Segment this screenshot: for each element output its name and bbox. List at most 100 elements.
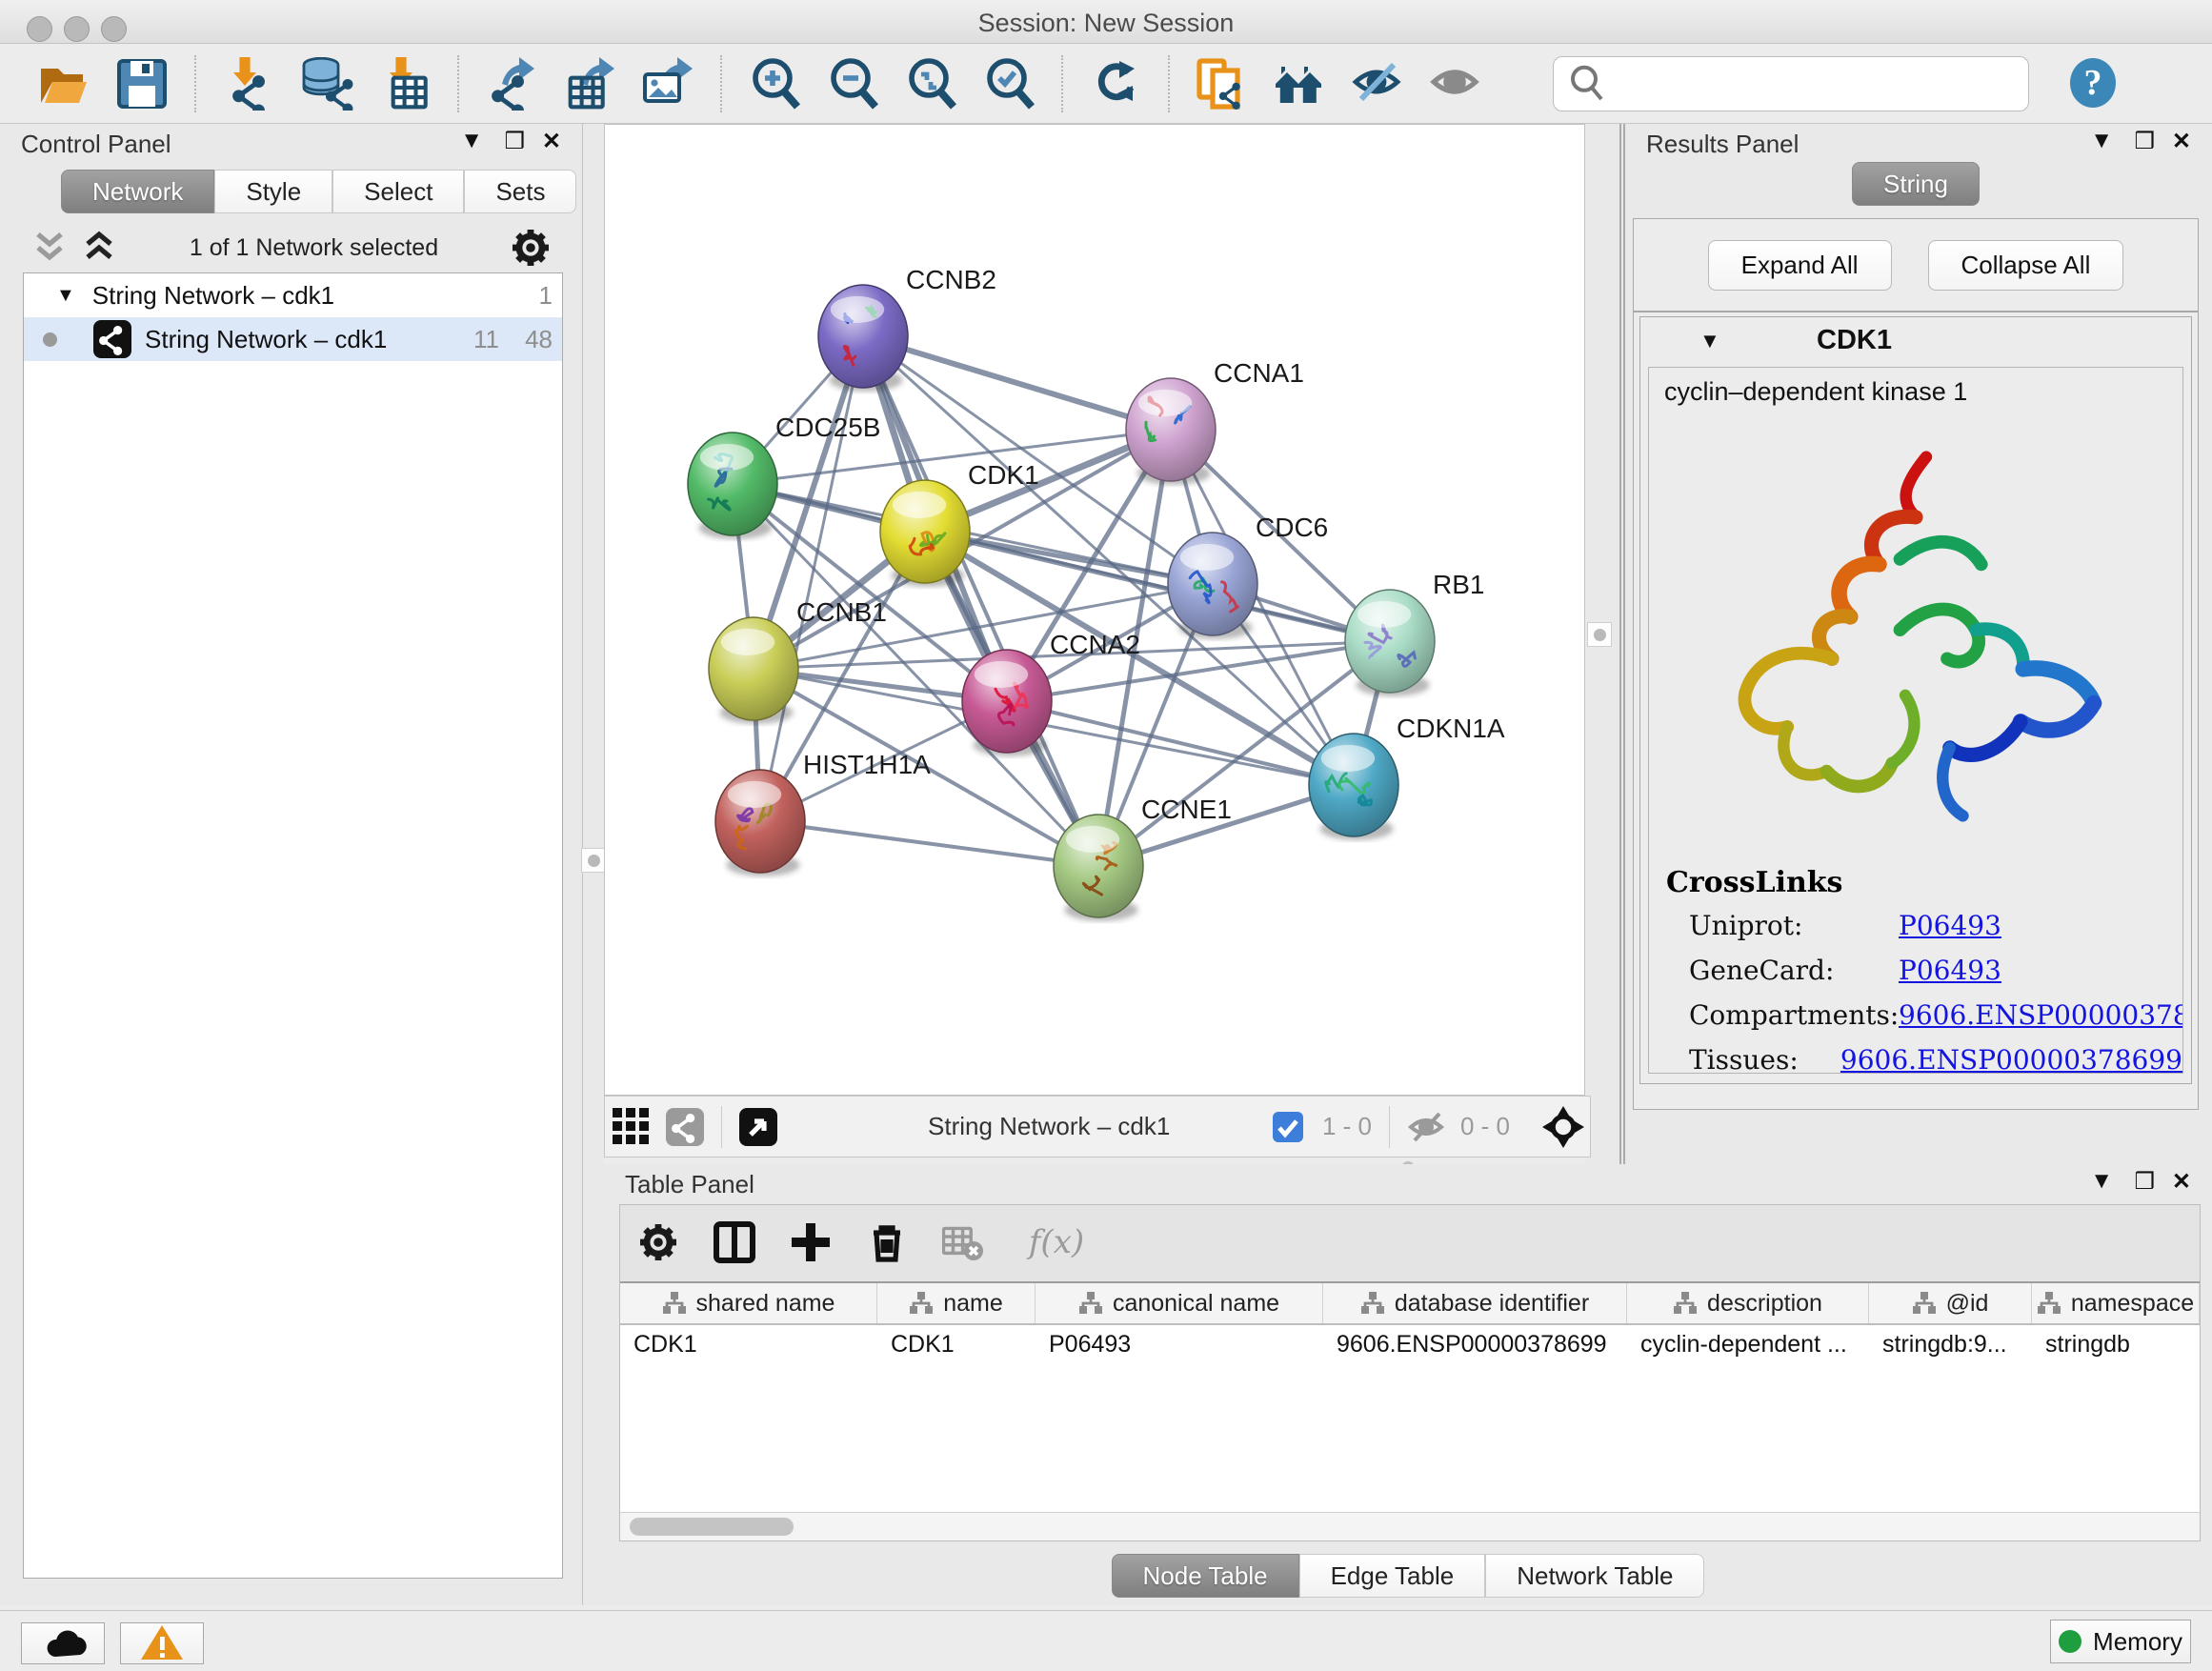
network-node-CCNA1[interactable]: [1126, 378, 1216, 485]
show-columns-icon[interactable]: [714, 1221, 755, 1263]
column-header-database-identifier[interactable]: database identifier: [1323, 1283, 1627, 1323]
import-network-file-button[interactable]: [219, 54, 278, 113]
tab-network-table[interactable]: Network Table: [1485, 1554, 1704, 1598]
column-header--id[interactable]: @id: [1869, 1283, 2032, 1323]
memory-button[interactable]: Memory: [2050, 1620, 2191, 1663]
table-row[interactable]: CDK1CDK1P064939606.ENSP00000378699cyclin…: [620, 1325, 2200, 1365]
float-panel-icon[interactable]: ❒: [2134, 1168, 2155, 1196]
tab-edge-table[interactable]: Edge Table: [1299, 1554, 1486, 1598]
open-file-button[interactable]: [34, 54, 93, 113]
collapse-all-button[interactable]: Collapse All: [1928, 240, 2124, 291]
column-header-namespace[interactable]: namespace: [2032, 1283, 2200, 1323]
export-table-button[interactable]: [560, 54, 619, 113]
crosslink-link[interactable]: P06493: [1899, 910, 2001, 941]
grid-view-icon[interactable]: [611, 1106, 653, 1148]
table-cell[interactable]: cyclin-dependent ...: [1627, 1325, 1869, 1365]
tab-style[interactable]: Style: [214, 170, 332, 213]
selected-items-checkbox[interactable]: [1267, 1106, 1309, 1148]
table-cell[interactable]: stringdb:9...: [1869, 1325, 2032, 1365]
apply-layout-button[interactable]: [1086, 54, 1145, 113]
network-row[interactable]: String Network – cdk1 11 48: [24, 317, 562, 361]
right-splitter[interactable]: [1585, 124, 1625, 1164]
zoom-selected-button[interactable]: [979, 54, 1038, 113]
crosslink-row: GeneCard:P06493: [1649, 948, 2182, 993]
float-panel-icon[interactable]: ❒: [504, 128, 525, 155]
search-input[interactable]: [1609, 62, 2015, 106]
network-status-dot: [43, 332, 57, 347]
tab-network[interactable]: Network: [61, 170, 214, 213]
float-panel-icon[interactable]: ❒: [2134, 128, 2155, 155]
crosslink-link[interactable]: 9606.ENSP00000378699: [1899, 999, 2183, 1031]
hide-selected-button[interactable]: [1349, 54, 1408, 113]
copy-network-button[interactable]: [1193, 54, 1252, 113]
network-node-CCNB2[interactable]: [818, 285, 908, 392]
panel-menu-icon[interactable]: ▼: [2090, 128, 2113, 154]
column-header-name[interactable]: name: [877, 1283, 1036, 1323]
save-session-button[interactable]: [112, 54, 171, 113]
network-canvas[interactable]: CCNB2 CCNA1 CDC25B CDK1 CDC6 RB1 CCNB1: [604, 124, 1585, 1096]
expand-all-icon[interactable]: [80, 229, 118, 267]
table-cell[interactable]: 9606.ENSP00000378699: [1323, 1325, 1627, 1365]
network-node-CCNA2[interactable]: [962, 650, 1052, 756]
close-panel-icon[interactable]: ✕: [542, 128, 561, 155]
table-cell[interactable]: stringdb: [2032, 1325, 2200, 1365]
column-header-shared-name[interactable]: shared name: [620, 1283, 877, 1323]
crosslink-link[interactable]: 9606.ENSP00000378699: [1840, 1044, 2182, 1074]
panel-menu-icon[interactable]: ▼: [2090, 1168, 2113, 1195]
node-label-CDKN1A: CDKN1A: [1397, 714, 1505, 743]
zoom-out-button[interactable]: [823, 54, 882, 113]
node-label-CCNB2: CCNB2: [906, 265, 996, 294]
table-cell[interactable]: P06493: [1036, 1325, 1323, 1365]
fit-content-icon[interactable]: [1542, 1106, 1584, 1148]
import-network-database-button[interactable]: [297, 54, 356, 113]
network-node-CCNE1[interactable]: [1054, 815, 1143, 921]
close-panel-icon[interactable]: ✕: [2172, 1168, 2191, 1196]
export-image-button[interactable]: [638, 54, 697, 113]
network-node-CDC25B[interactable]: [688, 433, 777, 539]
help-button[interactable]: ?: [2067, 57, 2121, 111]
column-header-description[interactable]: description: [1627, 1283, 1869, 1323]
expand-all-button[interactable]: Expand All: [1708, 240, 1892, 291]
close-panel-icon[interactable]: ✕: [2172, 128, 2191, 155]
add-column-icon[interactable]: [790, 1221, 832, 1263]
left-splitter[interactable]: [583, 124, 604, 1605]
network-node-RB1[interactable]: [1345, 590, 1435, 696]
zoom-in-button[interactable]: [745, 54, 804, 113]
birdseye-view-icon[interactable]: [737, 1106, 779, 1148]
zoom-fit-button[interactable]: [901, 54, 960, 113]
crosslink-row: Uniprot:P06493: [1649, 903, 2182, 948]
cloud-status-button[interactable]: [21, 1622, 105, 1664]
table-cell[interactable]: CDK1: [620, 1325, 877, 1365]
collapse-card-icon[interactable]: ▼: [1699, 329, 1720, 353]
tab-string[interactable]: String: [1852, 162, 1980, 206]
table-cell[interactable]: CDK1: [877, 1325, 1036, 1365]
network-node-CDC6[interactable]: [1168, 533, 1257, 639]
network-options-gear-icon[interactable]: [510, 227, 552, 269]
network-node-HIST1H1A[interactable]: [715, 770, 805, 876]
scrollbar-thumb[interactable]: [630, 1518, 794, 1536]
network-overview-icon[interactable]: [664, 1106, 706, 1148]
first-neighbors-button[interactable]: [1271, 54, 1330, 113]
warnings-button[interactable]: [120, 1622, 204, 1664]
network-collection-row[interactable]: ▼ String Network – cdk1 1: [24, 273, 562, 317]
control-panel-tabs: NetworkStyleSelectSets: [61, 170, 576, 213]
show-all-button[interactable]: [1427, 54, 1486, 113]
network-node-CDKN1A[interactable]: [1309, 734, 1398, 840]
tab-sets[interactable]: Sets: [464, 170, 576, 213]
node-label-CCNA2: CCNA2: [1050, 630, 1140, 659]
tab-node-table[interactable]: Node Table: [1112, 1554, 1299, 1598]
import-table-file-button[interactable]: [375, 54, 434, 113]
network-node-CCNB1[interactable]: [709, 617, 798, 724]
column-header-canonical-name[interactable]: canonical name: [1036, 1283, 1323, 1323]
panel-menu-icon[interactable]: ▼: [460, 128, 483, 154]
export-network-button[interactable]: [482, 54, 541, 113]
collection-expand-icon[interactable]: ▼: [56, 285, 75, 307]
network-selected-status: 1 of 1 Network selected: [118, 234, 510, 262]
tab-select[interactable]: Select: [332, 170, 464, 213]
delete-column-icon[interactable]: [866, 1221, 908, 1263]
table-horizontal-scrollbar[interactable]: [620, 1512, 2200, 1540]
network-node-CDK1[interactable]: [880, 480, 970, 587]
collapse-all-icon[interactable]: [30, 229, 69, 267]
table-settings-gear-icon[interactable]: [637, 1221, 679, 1263]
crosslink-link[interactable]: P06493: [1899, 955, 2001, 986]
